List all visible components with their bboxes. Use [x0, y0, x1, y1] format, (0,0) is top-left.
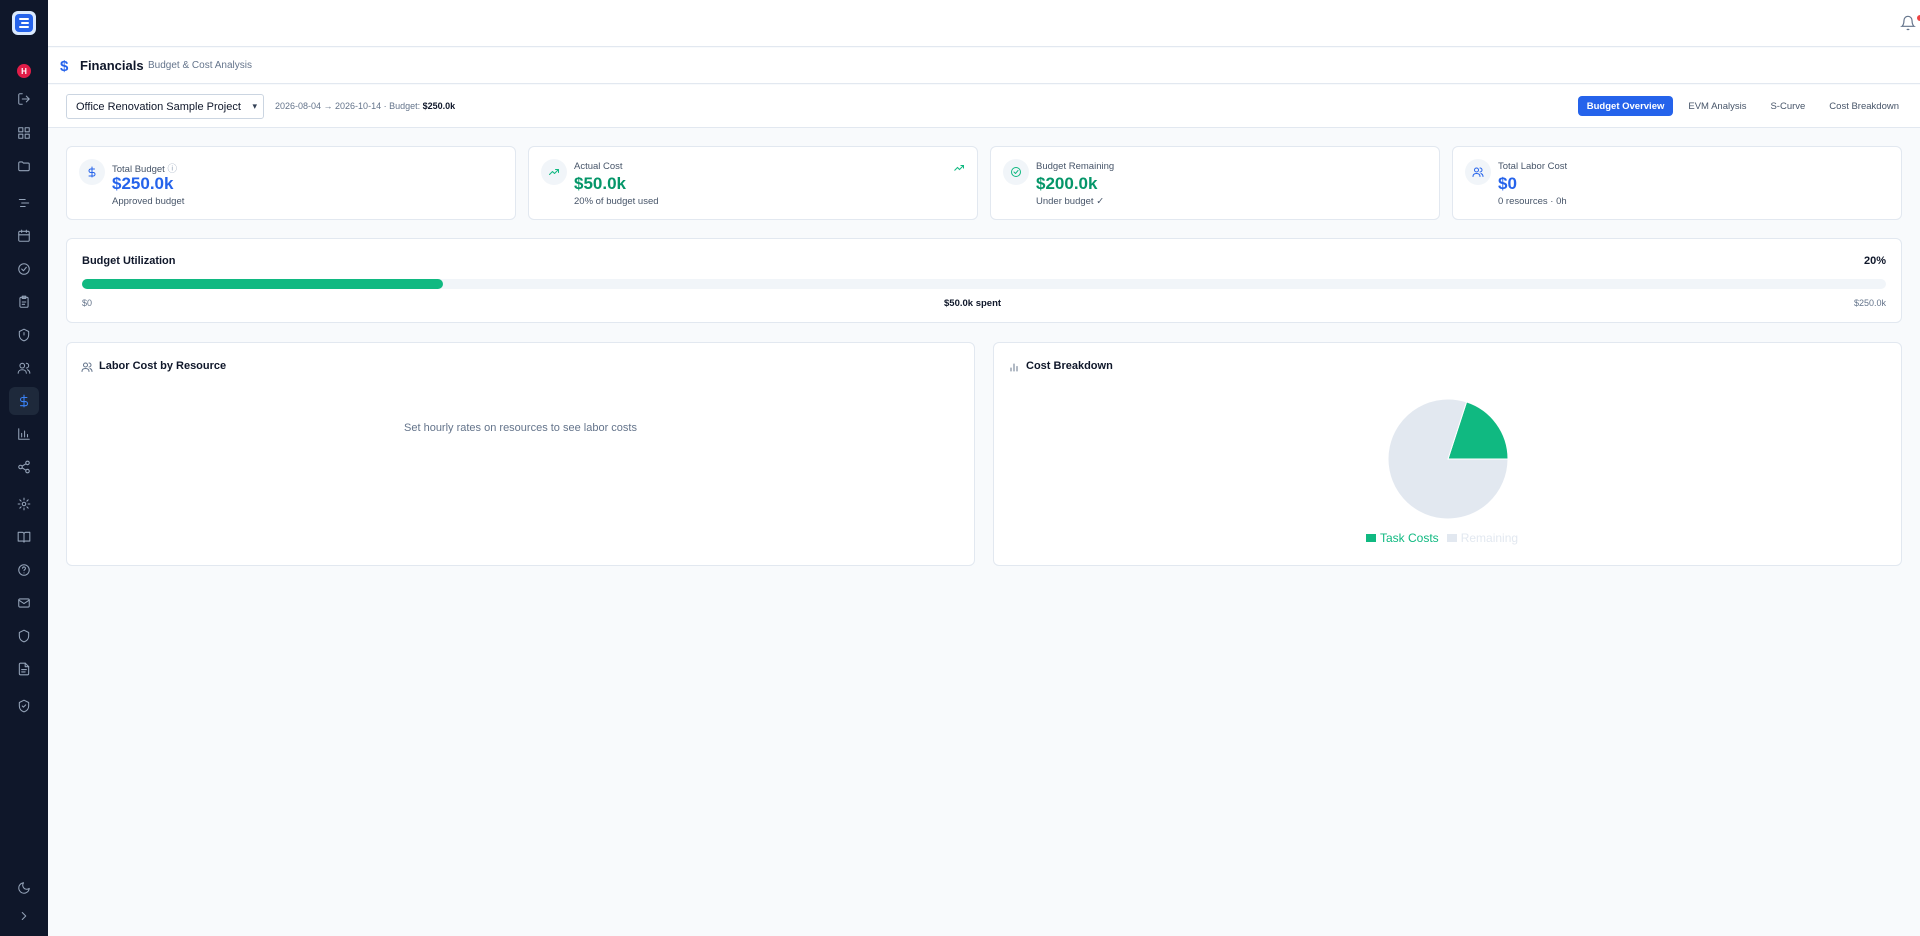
book-icon[interactable] [14, 527, 34, 547]
card-subtext: Under budget ✓ [1036, 196, 1105, 207]
check-circle-icon [1003, 159, 1029, 185]
card-subtext: 20% of budget used [574, 196, 659, 207]
card-value: $200.0k [1036, 174, 1098, 193]
project-meta: 2026-08-04 → 2026-10-14 · Budget: $250.0… [275, 101, 455, 111]
utilization-fill [82, 279, 443, 289]
document-icon[interactable] [14, 659, 34, 679]
shield-check-icon[interactable] [14, 696, 34, 716]
folder-icon[interactable] [14, 156, 34, 176]
cost-breakdown-panel: Cost Breakdown Task Costs Remaining [993, 342, 1902, 566]
utilization-max: $250.0k [1853, 298, 1886, 308]
utilization-track [82, 279, 1886, 289]
actual-cost-card: Actual Cost $50.0k 20% of budget used [528, 146, 978, 220]
budget-value: $250.0k [422, 101, 456, 111]
card-label: Actual Cost [574, 161, 623, 172]
page-title: Financials [80, 58, 144, 73]
dollar-icon[interactable] [9, 387, 39, 415]
cost-pie-chart [1387, 398, 1509, 520]
utilization-spent: $50.0k spent [944, 298, 1002, 309]
legend-swatch [1446, 534, 1457, 542]
utilization-min: $0 [82, 298, 93, 308]
trend-up-icon [953, 161, 965, 173]
utilization-title: Budget Utilization [82, 255, 176, 267]
legend-swatch [1366, 534, 1376, 542]
card-value: $250.0k [112, 174, 174, 193]
bar-chart-icon [1008, 360, 1020, 372]
gear-icon[interactable] [14, 494, 34, 514]
bell-icon[interactable] [1900, 15, 1916, 31]
tab-evm-analysis[interactable]: EVM Analysis [1679, 96, 1755, 116]
tab-s-curve[interactable]: S-Curve [1761, 96, 1814, 116]
panel-title: Cost Breakdown [1026, 360, 1113, 372]
legend-item[interactable]: Remaining [1446, 531, 1519, 545]
chevron-down-icon: ▾ [252, 101, 257, 111]
empty-state-message: Set hourly rates on resources to see lab… [404, 422, 637, 434]
trending-up-icon [541, 159, 567, 185]
sidebar-avatar[interactable]: H [17, 64, 31, 78]
tab-budget-overview[interactable]: Budget Overview [1577, 96, 1674, 116]
card-subtext: Approved budget [112, 196, 185, 207]
gantt-icon[interactable] [14, 193, 34, 213]
bar-chart-icon[interactable] [14, 424, 34, 444]
total-budget-card: Total Budget ⓘ $250.0k Approved budget [66, 146, 516, 220]
legend-item[interactable]: Task Costs [1366, 531, 1439, 545]
share-icon[interactable] [14, 457, 34, 477]
card-label: Budget Remaining [1036, 161, 1115, 172]
project-select-value: Office Renovation Sample Project [76, 100, 241, 113]
app-logo[interactable] [12, 11, 36, 35]
date-range: 2026-08-04 → 2026-10-14 · Budget: [275, 101, 423, 111]
users-icon [81, 360, 93, 372]
dollar-icon: $ [60, 58, 69, 75]
project-toolbar: Office Renovation Sample Project ▾ 2026-… [48, 85, 1920, 128]
card-label: Total Labor Cost [1498, 161, 1568, 172]
tab-cost-breakdown[interactable]: Cost Breakdown [1820, 96, 1908, 116]
dollar-icon [79, 159, 105, 185]
chart-legend: Task Costs Remaining [1366, 531, 1518, 545]
clipboard-icon[interactable] [14, 292, 34, 312]
view-tabs: Budget Overview EVM Analysis S-Curve Cos… [1577, 96, 1908, 116]
expand-chevron-icon[interactable] [14, 906, 34, 926]
page-subtitle: Budget & Cost Analysis [148, 60, 252, 71]
panel-title: Labor Cost by Resource [99, 360, 227, 372]
labor-cost-panel: Labor Cost by Resource Set hourly rates … [66, 342, 975, 566]
mail-icon[interactable] [14, 593, 34, 613]
calendar-icon[interactable] [14, 226, 34, 246]
dashboard-icon[interactable] [14, 123, 34, 143]
page-header: $ Financials Budget & Cost Analysis [48, 48, 1920, 84]
users-icon [1465, 159, 1491, 185]
users-icon[interactable] [14, 358, 34, 378]
utilization-percent: 20% [1863, 255, 1886, 267]
shield-outline-icon[interactable] [14, 626, 34, 646]
legend-label: Remaining [1460, 531, 1519, 545]
sidebar: H [0, 0, 48, 936]
total-labor-cost-card: Total Labor Cost $0 0 resources · 0h [1452, 146, 1902, 220]
card-label: Total Budget ⓘ [112, 164, 177, 175]
budget-remaining-card: Budget Remaining $200.0k Under budget ✓ [990, 146, 1440, 220]
card-subtext: 0 resources · 0h [1498, 196, 1567, 207]
shield-icon[interactable] [14, 325, 34, 345]
project-select[interactable]: Office Renovation Sample Project ▾ [66, 94, 264, 119]
card-value: $0 [1498, 174, 1517, 193]
logout-icon[interactable] [14, 89, 34, 109]
legend-label: Task Costs [1380, 531, 1439, 545]
top-bar: H [48, 0, 1920, 47]
budget-utilization-panel: Budget Utilization 20% $0 $50.0k spent $… [66, 238, 1902, 323]
help-icon[interactable] [14, 560, 34, 580]
card-value: $50.0k [574, 174, 626, 193]
check-circle-icon[interactable] [14, 259, 34, 279]
moon-icon[interactable] [14, 878, 34, 898]
